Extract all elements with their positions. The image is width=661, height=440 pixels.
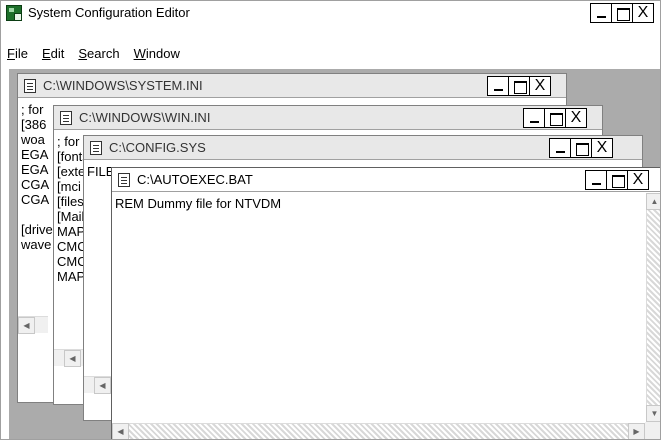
menu-edit-label: dit (50, 45, 65, 61)
window-win-ini-controls: X (523, 108, 587, 128)
window-config-sys-hscroll[interactable]: ◀ (84, 376, 114, 394)
scroll-left-icon[interactable]: ◀ (112, 423, 129, 439)
document-icon (90, 141, 102, 155)
window-autoexec-bat-title: C:\AUTOEXEC.BAT (137, 172, 253, 187)
window-system-ini-close[interactable]: X (529, 76, 551, 96)
app-maximize-button[interactable] (611, 3, 633, 23)
document-icon (60, 111, 72, 125)
size-grip[interactable] (645, 422, 660, 439)
window-system-ini-minimize[interactable] (487, 76, 509, 96)
mdi-client-area: C:\WINDOWS\SYSTEM.INI X ; for [386 woa EGA E… (9, 69, 660, 439)
scroll-down-icon[interactable]: ▼ (646, 405, 660, 422)
window-autoexec-bat-text[interactable]: REM Dummy file for NTVDM (112, 193, 645, 422)
window-autoexec-bat-close[interactable]: X (627, 170, 649, 190)
scroll-left-icon[interactable]: ◀ (64, 350, 81, 367)
window-config-sys-controls: X (549, 138, 613, 158)
menu-window[interactable]: Window (134, 46, 180, 61)
document-icon (118, 173, 130, 187)
window-autoexec-bat-hscroll[interactable]: ◀ ▶ (112, 423, 645, 439)
sysedit-window: System Configuration Editor X File Edit … (0, 0, 661, 440)
document-icon (24, 79, 36, 93)
menu-window-label: indow (145, 45, 180, 61)
window-win-ini-maximize[interactable] (544, 108, 566, 128)
window-win-ini-title-bar[interactable]: C:\WINDOWS\WIN.INI X (54, 106, 602, 130)
app-title-bar[interactable]: System Configuration Editor X (1, 1, 660, 25)
menu-search[interactable]: Search (78, 46, 119, 61)
window-system-ini-title-bar[interactable]: C:\WINDOWS\SYSTEM.INI X (18, 74, 566, 98)
window-system-ini-title: C:\WINDOWS\SYSTEM.INI (43, 78, 203, 93)
scroll-right-icon[interactable]: ▶ (628, 423, 645, 439)
window-system-ini-controls: X (487, 76, 551, 96)
window-config-sys-minimize[interactable] (549, 138, 571, 158)
window-autoexec-bat-controls: X (585, 170, 649, 190)
menu-search-label: earch (87, 45, 120, 61)
sysedit-app-icon[interactable] (6, 5, 22, 21)
window-autoexec-bat-minimize[interactable] (585, 170, 607, 190)
menu-edit[interactable]: Edit (42, 46, 64, 61)
window-system-ini-hscroll[interactable]: ◀ (18, 316, 48, 334)
app-window-controls: X (590, 3, 654, 23)
window-config-sys-title: C:\CONFIG.SYS (109, 140, 206, 155)
text-line: REM Dummy file for NTVDM (115, 196, 282, 211)
scroll-up-icon[interactable]: ▲ (646, 193, 660, 210)
app-close-button[interactable]: X (632, 3, 654, 23)
scroll-left-icon[interactable]: ◀ (94, 377, 111, 394)
window-config-sys-title-bar[interactable]: C:\CONFIG.SYS X (84, 136, 642, 160)
window-config-sys-close[interactable]: X (591, 138, 613, 158)
window-win-ini-hscroll[interactable]: ◀ (54, 349, 84, 367)
app-minimize-button[interactable] (590, 3, 612, 23)
menu-file[interactable]: File (7, 46, 28, 61)
window-system-ini-maximize[interactable] (508, 76, 530, 96)
window-win-ini-close[interactable]: X (565, 108, 587, 128)
window-autoexec-bat[interactable]: C:\AUTOEXEC.BAT X REM Dummy file for NTV… (111, 167, 660, 439)
window-config-sys-maximize[interactable] (570, 138, 592, 158)
window-autoexec-bat-title-bar[interactable]: C:\AUTOEXEC.BAT X (112, 168, 660, 192)
menu-bar: File Edit Search Window (1, 41, 660, 65)
scroll-left-icon[interactable]: ◀ (18, 317, 35, 334)
window-autoexec-bat-maximize[interactable] (606, 170, 628, 190)
menu-file-label: ile (14, 45, 28, 61)
window-win-ini-minimize[interactable] (523, 108, 545, 128)
window-autoexec-bat-vscroll[interactable]: ▲ ▼ (646, 193, 660, 422)
window-win-ini-title: C:\WINDOWS\WIN.INI (79, 110, 211, 125)
app-title: System Configuration Editor (28, 5, 190, 20)
